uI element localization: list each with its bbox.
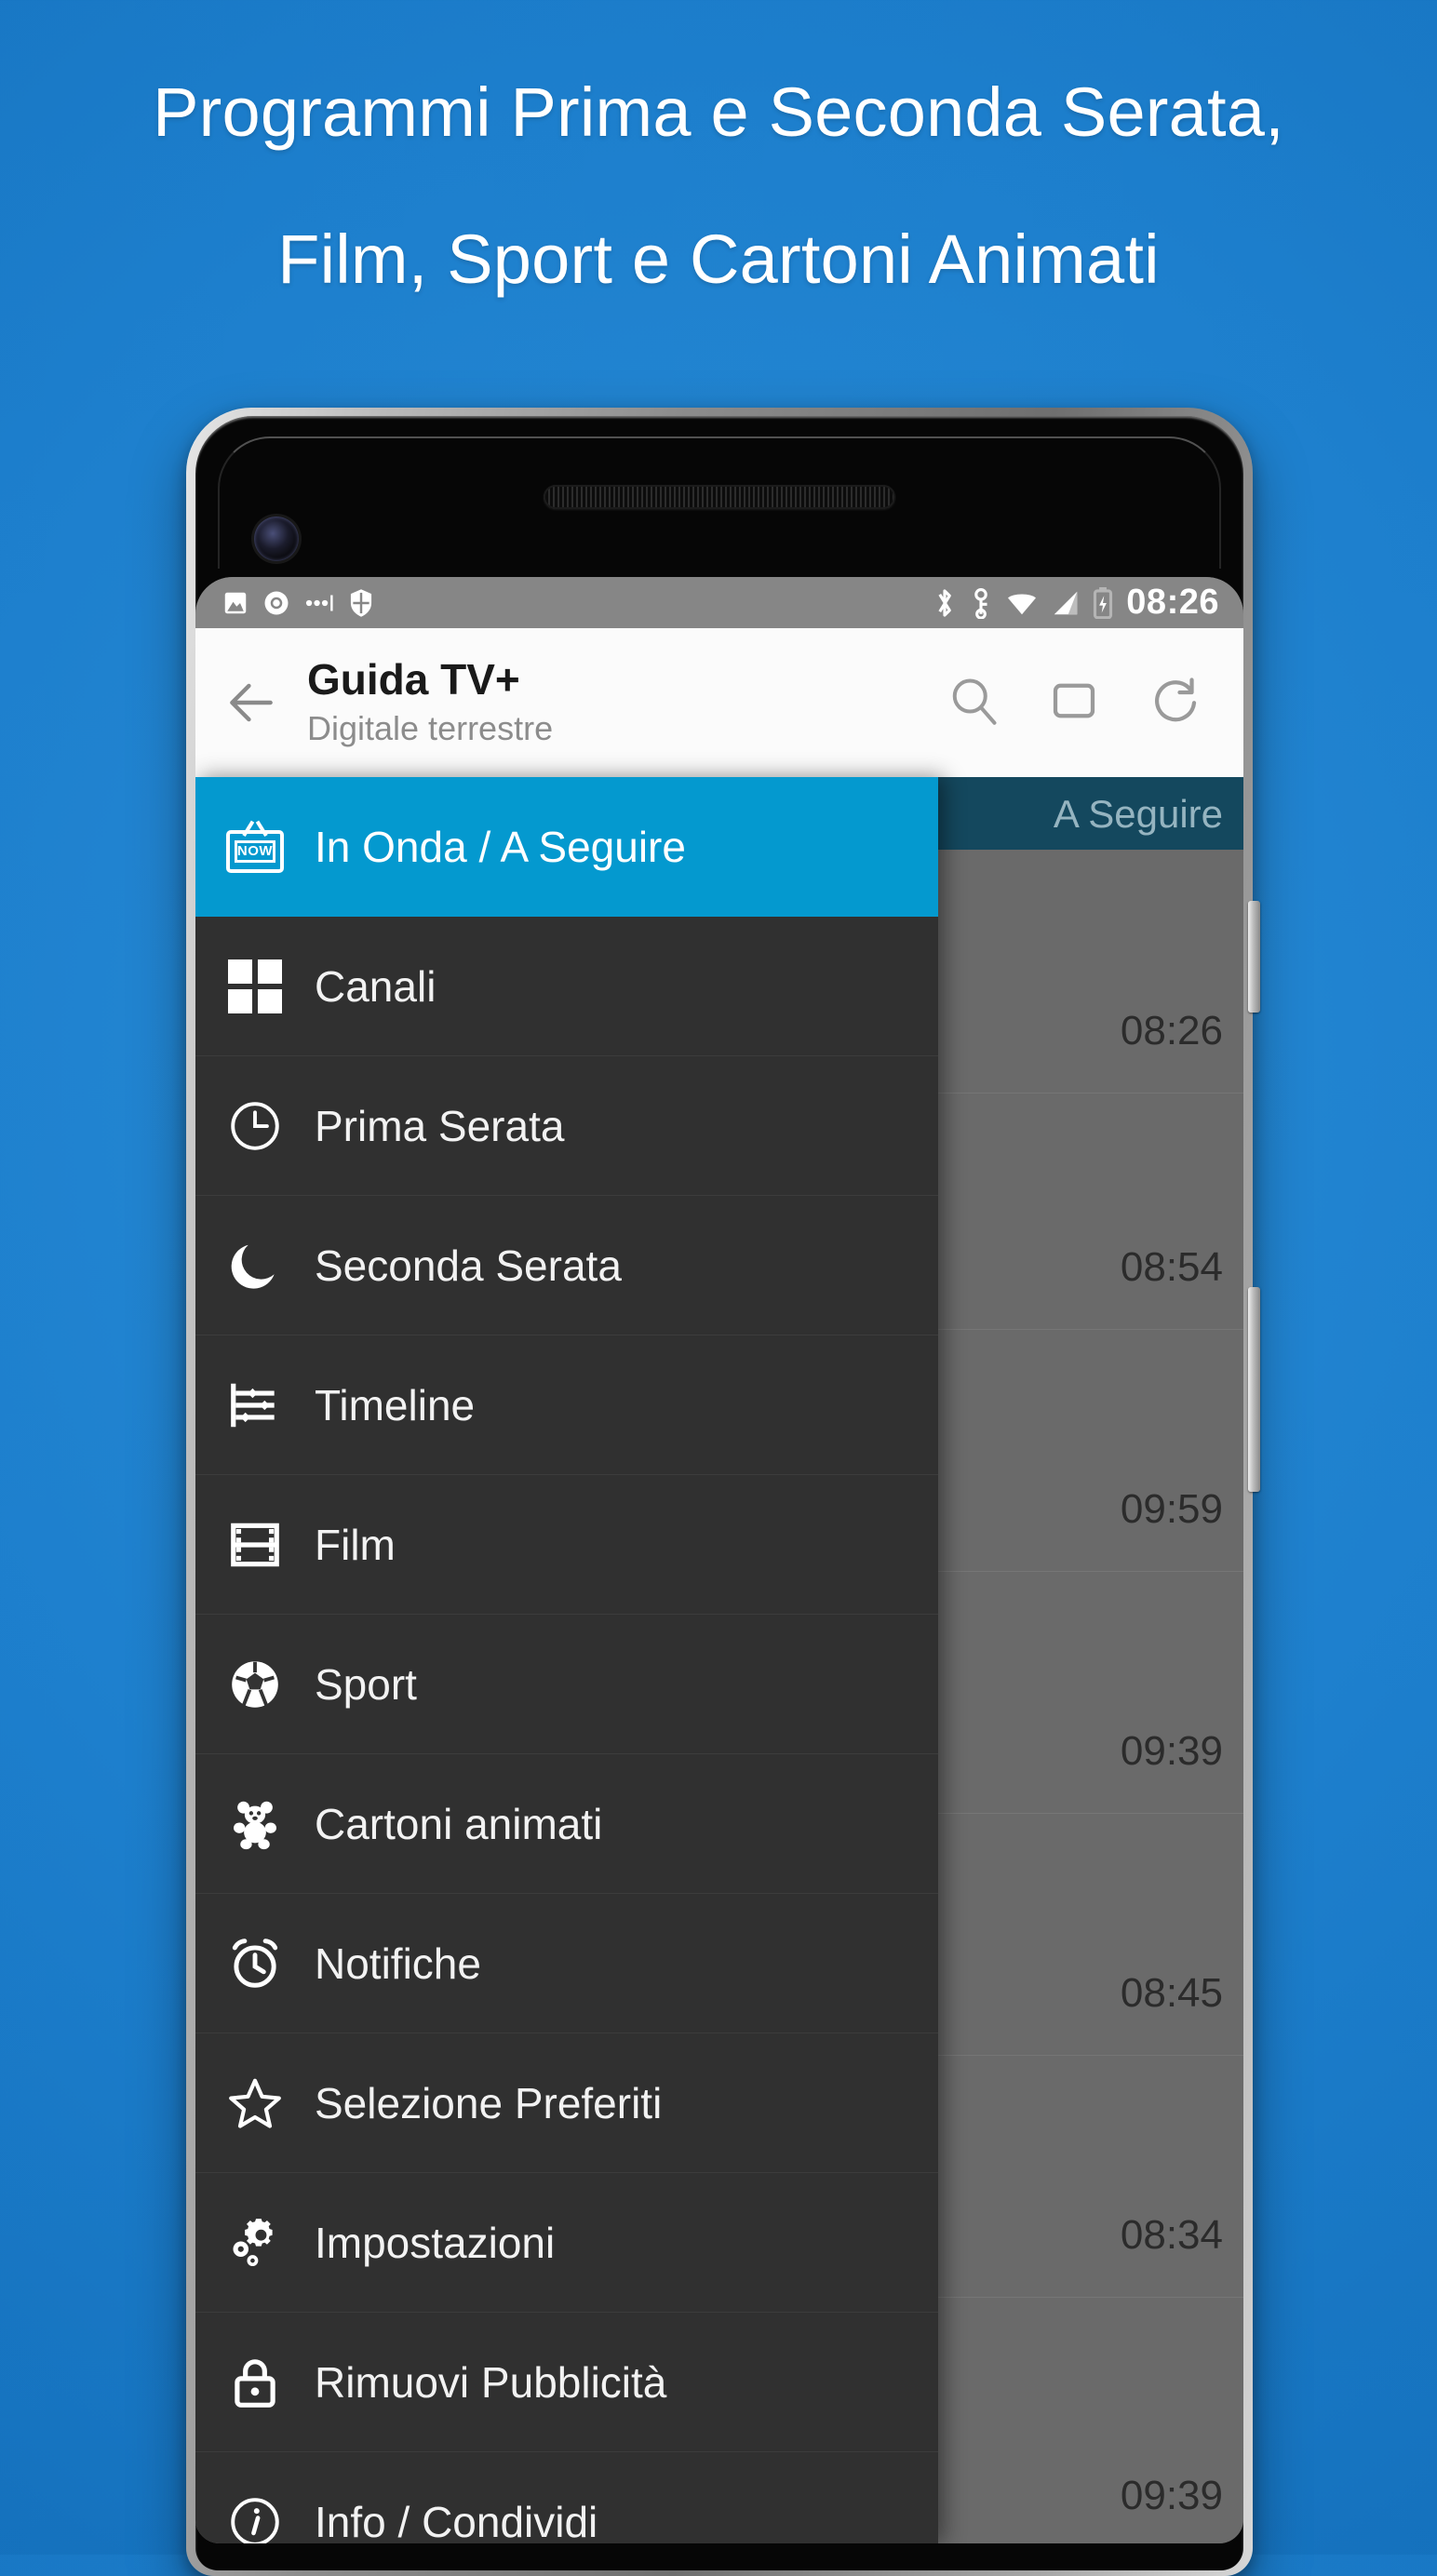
status-bar-clock: 08:26 (1126, 583, 1219, 622)
signal-icon (1054, 591, 1078, 614)
drawer-item-film[interactable]: Film (195, 1475, 938, 1615)
now-tv-icon: NOW (195, 820, 315, 873)
earpiece-speaker (544, 485, 895, 509)
guide-row-time: 09:59 (1120, 1486, 1223, 1532)
guide-row-time: 08:45 (1120, 1970, 1223, 2016)
drawer-item-label: Canali (315, 961, 436, 1011)
drawer-item-label: Seconda Serata (315, 1241, 622, 1290)
drawer-item-label: In Onda / A Seguire (315, 822, 686, 871)
promo-line-2: Film, Sport e Cartoni Animati (277, 221, 1160, 298)
image-icon (224, 592, 247, 613)
drawer-item-label: Info / Condividi (315, 2497, 598, 2544)
guide-row-time: 08:26 (1120, 1008, 1223, 1053)
promo-line-1: Programmi Prima e Seconda Serata, (153, 74, 1284, 151)
app-bar: Guida TV+ Digitale terrestre (195, 628, 1243, 777)
drawer-item-notifiche[interactable]: Notifiche (195, 1894, 938, 2033)
dots-icon (305, 595, 333, 610)
navigation-drawer: NOW In Onda / A Seguire Canali Prima Serata… (195, 777, 938, 2543)
drawer-item-prima-serata[interactable]: Prima Serata (195, 1056, 938, 1196)
drawer-item-label: Notifiche (315, 1939, 481, 1988)
drawer-item-info-condividi[interactable]: Info / Condividi (195, 2452, 938, 2543)
soccer-ball-icon (195, 1656, 315, 1713)
teddy-bear-icon (195, 1795, 315, 1853)
drawer-item-impostazioni[interactable]: Impostazioni (195, 2173, 938, 2313)
alarm-clock-icon (195, 1935, 315, 1992)
phone-mockup: 08:26 Guida TV+ Digitale terrestre A Seg… (186, 408, 1260, 2576)
drawer-item-canali[interactable]: Canali (195, 917, 938, 1056)
power-button[interactable] (1248, 901, 1260, 1013)
drawer-item-seconda-serata[interactable]: Seconda Serata (195, 1196, 938, 1335)
guide-row-time: 08:34 (1120, 2212, 1223, 2258)
promo-headline: Programmi Prima e Seconda Serata, Film, … (0, 39, 1437, 333)
guide-row-time: 09:39 (1120, 2473, 1223, 2518)
drawer-item-label: Film (315, 1520, 396, 1569)
drawer-item-label: Impostazioni (315, 2218, 556, 2267)
drawer-item-cartoni-animati[interactable]: Cartoni animati (195, 1754, 938, 1894)
key-icon (974, 587, 988, 619)
grid-icon (195, 959, 315, 1013)
phone-bezel: 08:26 Guida TV+ Digitale terrestre A Seg… (195, 416, 1243, 2570)
gears-icon (195, 2214, 315, 2272)
moon-icon (195, 1237, 315, 1295)
back-button[interactable] (195, 674, 307, 731)
wifi-icon (1008, 593, 1037, 614)
drawer-item-sport[interactable]: Sport (195, 1615, 938, 1754)
drawer-item-label: Sport (315, 1659, 417, 1709)
star-icon (195, 2074, 315, 2132)
guide-row-time: 09:39 (1120, 1728, 1223, 1774)
bluetooth-icon (938, 588, 952, 617)
drawer-item-rimuovi-pubblicit[interactable]: Rimuovi Pubblicità (195, 2313, 938, 2452)
search-button[interactable] (946, 673, 1001, 733)
refresh-button[interactable] (1147, 673, 1202, 733)
info-icon (195, 2493, 315, 2543)
status-bar: 08:26 (195, 577, 1243, 628)
refresh-icon (1155, 677, 1197, 721)
drawer-item-label: Rimuovi Pubblicità (315, 2357, 667, 2407)
phone-screen: 08:26 Guida TV+ Digitale terrestre A Seg… (195, 577, 1243, 2543)
lock-icon (195, 2354, 315, 2411)
drawer-item-label: Cartoni animati (315, 1799, 603, 1848)
tv-box-button[interactable] (1046, 673, 1102, 733)
tv-box-icon (1053, 683, 1095, 718)
guide-column-header-label: A Seguire (1053, 792, 1223, 836)
front-camera-icon (254, 517, 299, 561)
arrow-left-icon (230, 683, 273, 722)
shield-icon (350, 588, 372, 617)
drawer-item-timeline[interactable]: Timeline (195, 1335, 938, 1475)
page-title: Guida TV+ (307, 655, 520, 704)
drawer-item-in-onda-a-seguire[interactable]: NOW In Onda / A Seguire (195, 777, 938, 917)
guide-row-time: 08:54 (1120, 1244, 1223, 1290)
drawer-item-label: Timeline (315, 1380, 476, 1429)
search-icon (952, 678, 997, 725)
drawer-item-label: Prima Serata (315, 1101, 565, 1150)
film-strip-icon (195, 1516, 315, 1574)
record-icon (264, 591, 289, 614)
drawer-item-selezione-preferiti[interactable]: Selezione Preferiti (195, 2033, 938, 2173)
sliders-icon (195, 1376, 315, 1434)
volume-button[interactable] (1248, 1287, 1260, 1492)
app-bar-titles: Guida TV+ Digitale terrestre (307, 653, 553, 752)
page-subtitle: Digitale terrestre (307, 709, 554, 747)
drawer-item-label: Selezione Preferiti (315, 2078, 663, 2127)
clock-icon (195, 1097, 315, 1155)
battery-charging-icon (1094, 586, 1113, 619)
